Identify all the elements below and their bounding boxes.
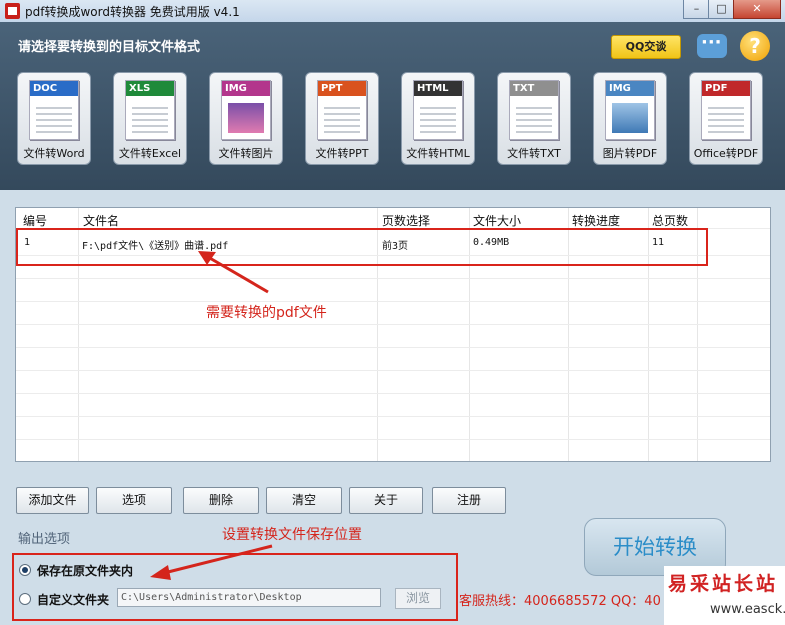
file-highlight-box (16, 228, 708, 266)
format-label: 文件转TXT (507, 147, 561, 160)
format-image-button[interactable]: IMG 文件转图片 (209, 72, 283, 165)
office-to-pdf-button[interactable]: PDF Office转PDF (689, 72, 763, 165)
browse-button[interactable]: 浏览 (395, 588, 441, 609)
txt-file-icon: TXT (509, 80, 559, 140)
image-to-pdf-button[interactable]: IMG 图片转PDF (593, 72, 667, 165)
column-header-index[interactable]: 编号 (23, 212, 47, 229)
window-title: pdf转换成word转换器 免费试用版 v4.1 (25, 5, 240, 19)
column-header-progress[interactable]: 转换进度 (572, 212, 620, 229)
register-button[interactable]: 注册 (432, 487, 506, 514)
format-word-button[interactable]: DOC 文件转Word (17, 72, 91, 165)
save-in-source-label[interactable]: 保存在原文件夹内 (37, 562, 133, 579)
column-header-size[interactable]: 文件大小 (473, 212, 521, 229)
column-header-total[interactable]: 总页数 (652, 212, 688, 229)
output-options-title: 输出选项 (18, 532, 71, 547)
custom-folder-label[interactable]: 自定义文件夹 (37, 591, 109, 608)
format-label: 文件转Word (23, 147, 85, 160)
watermark: 易采站长站 www.easck.com (664, 566, 785, 625)
format-excel-button[interactable]: XLS 文件转Excel (113, 72, 187, 165)
maximize-button[interactable]: □ (708, 0, 735, 19)
qq-chat-button[interactable]: QQ交谈 (611, 35, 681, 59)
html-file-icon: HTML (413, 80, 463, 140)
custom-path-input[interactable]: C:\Users\Administrator\Desktop (117, 588, 381, 607)
format-label: 文件转PPT (315, 147, 369, 160)
annotation-arrow (198, 251, 269, 294)
format-label: 文件转HTML (406, 147, 470, 160)
pdf-file-icon: PDF (701, 80, 751, 140)
watermark-text: 易采站长站 (668, 573, 779, 595)
options-button[interactable]: 选项 (96, 487, 172, 514)
format-txt-button[interactable]: TXT 文件转TXT (497, 72, 571, 165)
title-bar: pdf转换成word转换器 免费试用版 v4.1 – □ ✕ (0, 0, 785, 23)
format-html-button[interactable]: HTML 文件转HTML (401, 72, 475, 165)
minimize-button[interactable]: – (683, 0, 710, 19)
close-button[interactable]: ✕ (733, 0, 781, 19)
format-label: 文件转图片 (218, 147, 274, 160)
column-header-pages[interactable]: 页数选择 (382, 212, 430, 229)
format-label: Office转PDF (693, 147, 759, 160)
watermark-url: www.easck.com (710, 602, 785, 617)
hotline-text: 客服热线：4006685572 QQ：40 (459, 594, 661, 609)
img-file-icon: IMG (605, 80, 655, 140)
help-icon[interactable]: ? (740, 31, 770, 61)
format-panel: 请选择要转换到的目标文件格式 QQ交谈 ? DOC 文件转Word XLS 文件… (0, 22, 785, 190)
save-in-source-radio[interactable] (19, 564, 31, 576)
add-file-button[interactable]: 添加文件 (16, 487, 89, 514)
format-ppt-button[interactable]: PPT 文件转PPT (305, 72, 379, 165)
delete-button[interactable]: 删除 (183, 487, 259, 514)
clear-button[interactable]: 清空 (266, 487, 342, 514)
format-prompt: 请选择要转换到的目标文件格式 (18, 40, 201, 55)
xls-file-icon: XLS (125, 80, 175, 140)
img-file-icon: IMG (221, 80, 271, 140)
ppt-file-icon: PPT (317, 80, 367, 140)
file-annotation: 需要转换的pdf文件 (206, 305, 327, 321)
custom-folder-radio[interactable] (19, 593, 31, 605)
doc-file-icon: DOC (29, 80, 79, 140)
app-icon (5, 3, 20, 19)
column-header-filename[interactable]: 文件名 (83, 212, 119, 229)
format-label: 图片转PDF (602, 147, 658, 160)
about-button[interactable]: 关于 (349, 487, 423, 514)
format-label: 文件转Excel (118, 147, 182, 160)
chat-icon[interactable] (697, 32, 727, 58)
